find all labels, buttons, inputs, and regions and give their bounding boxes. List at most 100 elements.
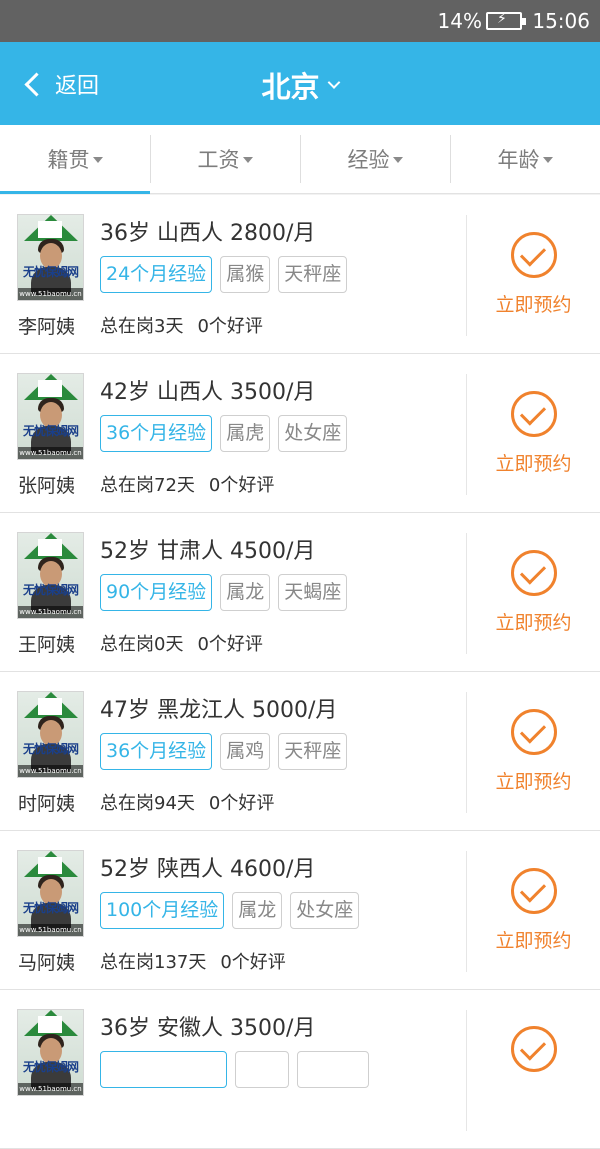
filter-salary[interactable]: 工资	[150, 125, 300, 193]
nanny-card[interactable]: 无忧保姆网 www.51baomu.cn 王阿姨 52岁 甘肃人 4500/月 …	[0, 513, 600, 672]
filter-hometown[interactable]: 籍贯	[0, 125, 150, 194]
dropdown-triangle-icon	[242, 157, 253, 163]
nanny-photo: 无忧保姆网 www.51baomu.cn	[17, 373, 84, 460]
nanny-photo: 无忧保姆网 www.51baomu.cn	[17, 1009, 84, 1096]
city-selector[interactable]: 北京	[261, 64, 341, 106]
nanny-headline: 36岁 山西人 2800/月	[100, 221, 316, 246]
check-circle-icon	[510, 708, 557, 755]
nanny-card[interactable]: 无忧保姆网 www.51baomu.cn 张阿姨 42岁 山西人 3500/月 …	[0, 354, 600, 513]
nanny-photo: 无忧保姆网 www.51baomu.cn	[17, 850, 84, 937]
star-sign-tag	[297, 1051, 370, 1088]
experience-tag: 100个月经验	[100, 892, 225, 929]
battery-icon: ⚡	[486, 11, 526, 30]
review-count: 0个好评	[208, 793, 275, 814]
days-on-duty: 总在岗94天	[100, 793, 195, 814]
tag-row: 90个月经验 属龙 天蝎座	[100, 574, 355, 611]
chevron-down-icon	[327, 75, 341, 89]
zodiac-tag: 属龙	[220, 574, 271, 611]
nanny-card[interactable]: 无忧保姆网 www.51baomu.cn 马阿姨 52岁 陕西人 4600/月 …	[0, 831, 600, 990]
book-label: 立即预约	[495, 611, 572, 634]
star-sign-tag: 天蝎座	[278, 574, 348, 611]
star-sign-tag: 天秤座	[278, 256, 348, 293]
star-sign-tag: 处女座	[290, 892, 360, 929]
nanny-photo: 无忧保姆网 www.51baomu.cn	[17, 691, 84, 778]
check-circle-icon	[510, 867, 557, 914]
book-button[interactable]: 立即预约	[467, 513, 600, 671]
city-name: 北京	[261, 70, 320, 104]
book-label: 立即预约	[495, 929, 572, 952]
tag-row	[100, 1051, 377, 1088]
filter-label: 工资	[197, 148, 240, 172]
nanny-headline: 52岁 甘肃人 4500/月	[100, 539, 316, 564]
review-count: 0个好评	[220, 952, 286, 973]
nanny-card[interactable]: 无忧保姆网 www.51baomu.cn 36岁 安徽人 3500/月	[0, 990, 600, 1149]
nanny-stats: 总在岗3天 0个好评	[100, 312, 263, 338]
nanny-stats: 总在岗94天 0个好评	[100, 789, 274, 815]
tag-row: 36个月经验 属鸡 天秤座	[100, 733, 355, 770]
filter-label: 年龄	[497, 148, 540, 172]
clock: 15:06	[532, 9, 590, 33]
nanny-stats: 总在岗72天 0个好评	[100, 471, 274, 497]
chevron-left-icon	[24, 71, 49, 97]
review-count: 0个好评	[208, 475, 275, 496]
nanny-stats: 总在岗137天 0个好评	[100, 948, 286, 974]
zodiac-tag	[234, 1051, 290, 1088]
experience-tag: 90个月经验	[100, 574, 213, 611]
experience-tag: 36个月经验	[100, 733, 213, 770]
zodiac-tag: 属猴	[220, 256, 271, 293]
tag-row: 100个月经验 属龙 处女座	[100, 892, 367, 929]
dropdown-triangle-icon	[92, 157, 103, 163]
book-button[interactable]: 立即预约	[467, 195, 600, 353]
check-circle-icon	[510, 549, 557, 596]
nanny-headline: 47岁 黑龙江人 5000/月	[100, 698, 338, 723]
filter-bar: 籍贯 工资 经验 年龄	[0, 125, 600, 194]
nanny-card[interactable]: 无忧保姆网 www.51baomu.cn 李阿姨 36岁 山西人 2800/月 …	[0, 195, 600, 354]
check-circle-icon	[510, 390, 557, 437]
filter-age[interactable]: 年龄	[450, 125, 600, 193]
star-sign-tag: 处女座	[278, 415, 348, 452]
back-button[interactable]: 返回	[22, 66, 99, 102]
nanny-headline: 52岁 陕西人 4600/月	[100, 857, 316, 882]
book-label: 立即预约	[495, 452, 572, 475]
check-circle-icon	[510, 1026, 557, 1072]
back-label: 返回	[55, 74, 100, 99]
days-on-duty: 总在岗72天	[100, 475, 195, 496]
experience-tag: 36个月经验	[100, 415, 213, 452]
tag-row: 24个月经验 属猴 天秤座	[100, 256, 355, 293]
filter-label: 籍贯	[47, 148, 90, 172]
book-button[interactable]: 立即预约	[467, 354, 600, 512]
battery-percent: 14%	[437, 9, 482, 33]
zodiac-tag: 属鸡	[220, 733, 271, 770]
zodiac-tag: 属龙	[232, 892, 283, 929]
nanny-headline: 36岁 安徽人 3500/月	[100, 1016, 316, 1041]
book-button[interactable]	[467, 990, 600, 1148]
review-count: 0个好评	[197, 634, 263, 655]
nanny-photo: 无忧保姆网 www.51baomu.cn	[17, 532, 84, 619]
filter-label: 经验	[347, 148, 390, 172]
nanny-name: 时阿姨	[18, 793, 76, 815]
review-count: 0个好评	[197, 316, 263, 337]
nanny-list: 无忧保姆网 www.51baomu.cn 李阿姨 36岁 山西人 2800/月 …	[0, 195, 600, 1149]
dropdown-triangle-icon	[542, 157, 553, 163]
nav-bar: 返回 北京	[0, 42, 600, 125]
filter-experience[interactable]: 经验	[300, 125, 450, 193]
star-sign-tag: 天秤座	[278, 733, 348, 770]
nanny-name: 李阿姨	[18, 316, 76, 338]
days-on-duty: 总在岗0天	[100, 634, 184, 655]
status-bar: 14% ⚡ 15:06	[0, 0, 600, 42]
book-button[interactable]: 立即预约	[467, 831, 600, 989]
check-circle-icon	[510, 231, 557, 278]
nanny-photo: 无忧保姆网 www.51baomu.cn	[17, 214, 84, 301]
book-button[interactable]: 立即预约	[467, 672, 600, 830]
zodiac-tag: 属虎	[220, 415, 271, 452]
book-label: 立即预约	[495, 770, 572, 793]
dropdown-triangle-icon	[392, 157, 403, 163]
nanny-name: 马阿姨	[18, 952, 76, 974]
nanny-headline: 42岁 山西人 3500/月	[100, 380, 316, 405]
nanny-card[interactable]: 无忧保姆网 www.51baomu.cn 时阿姨 47岁 黑龙江人 5000/月…	[0, 672, 600, 831]
days-on-duty: 总在岗3天	[100, 316, 184, 337]
experience-tag: 24个月经验	[100, 256, 213, 293]
nanny-name: 张阿姨	[18, 475, 76, 497]
book-label: 立即预约	[495, 293, 572, 316]
nanny-stats: 总在岗0天 0个好评	[100, 630, 263, 656]
